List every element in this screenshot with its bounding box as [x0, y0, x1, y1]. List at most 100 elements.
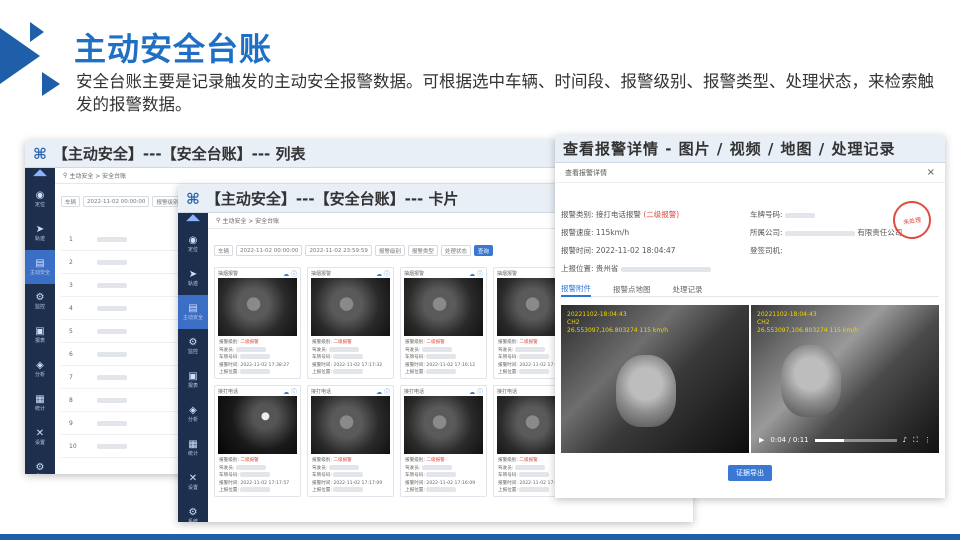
card-action-icon[interactable]: ☁ ⓘ — [283, 269, 297, 278]
dialog-title: 查看报警详情 — [565, 168, 607, 177]
card-action-icon[interactable]: ☁ ⓘ — [376, 269, 390, 278]
alarm-card[interactable]: 接打电话 ☁ ⓘ 报警级别: 二级报警驾驶员: 车牌号码: 报警时间: 2022-1… — [307, 385, 394, 497]
plate-label: 车牌号码: — [405, 355, 427, 360]
export-evidence-button[interactable]: 证据导出 — [728, 465, 772, 481]
alarm-photo[interactable]: 20221102-18:04:43 CH2 26.553097,106.8032… — [561, 305, 749, 453]
sidebar-item-6[interactable]: ◈ 分析 — [25, 352, 55, 386]
location-info: 上报位置: 贵州省 — [561, 263, 711, 274]
sidebar-item-1[interactable]: ◉ 定位 — [178, 227, 208, 261]
alarm-card[interactable]: 接打电话 ☁ ⓘ 报警级别: 二级报警驾驶员: 车牌号码: 报警时间: 2022-1… — [214, 385, 301, 497]
alarm-video[interactable]: 20221102-18:04:43 CH2 26.553097,106.8032… — [751, 305, 939, 453]
sidebar-item-7[interactable]: ▦ 统计 — [25, 386, 55, 420]
sidebar-item-label: 定位 — [187, 246, 198, 253]
level-value: 二级报警 — [424, 458, 445, 463]
redacted-value — [426, 354, 457, 359]
filter-field[interactable]: 2022-11-02 00:00:00 — [83, 196, 150, 207]
row-cell — [97, 259, 157, 266]
alarm-card[interactable]: 抽烟报警 ☁ ⓘ 报警级别: 二级报警驾驶员: 车牌号码: 报警时间: 2022-1… — [400, 267, 487, 379]
driver-label: 驾驶员: — [498, 465, 515, 471]
list-window-caption: ⌘ 【主动安全】---【安全台账】--- 列表 — [25, 140, 555, 168]
alarm-card[interactable]: 接打电话 ☁ ⓘ 报警级别: 二级报警驾驶员: 车牌号码: 报警时间: 2022-1… — [400, 385, 487, 497]
sidebar-item-7[interactable]: ▦ 统计 — [178, 431, 208, 465]
time-value: 2022-11-02 17:16:12 — [426, 362, 476, 368]
fullscreen-icon[interactable]: ⛶ — [913, 436, 918, 445]
sidebar-item-9[interactable]: ⚙系统 — [178, 499, 208, 522]
filter-field[interactable]: 处理状态 — [440, 245, 471, 256]
card-photo[interactable] — [404, 396, 483, 454]
card-photo[interactable] — [311, 278, 390, 336]
tab-3[interactable]: 处理记录 — [673, 281, 703, 297]
sidebar-item-label: 分析 — [187, 416, 198, 423]
redacted-value — [97, 351, 127, 357]
redacted-value — [328, 346, 359, 352]
sidebar-item-8[interactable]: ✕ 设置 — [178, 465, 208, 499]
nav-icon: ▤ — [188, 302, 198, 314]
sidebar-item-label: 主动安全 — [182, 314, 203, 321]
filter-field[interactable]: 2022-11-02 23:59:59 — [305, 245, 372, 256]
tab-1[interactable]: 报警附件 — [561, 281, 591, 297]
search-button[interactable]: 查询 — [473, 245, 493, 256]
nav-icon: ⚙ — [188, 336, 198, 348]
sidebar-item-label: 设置 — [34, 439, 45, 446]
card-details: 报警级别: 二级报警 驾驶员: 车牌号码: 报警时间: 2022-11-02 17… — [215, 336, 300, 378]
redacted-value — [97, 305, 127, 311]
sidebar-item-8[interactable]: ✕ 设置 — [25, 420, 55, 454]
decor-arrow-small — [30, 22, 44, 42]
driver-label: 驾驶员: — [312, 465, 329, 471]
photo-timestamp: 20221102-18:04:43 CH2 26.553097,106.8032… — [567, 311, 669, 334]
location-label: 上报位置: — [405, 488, 427, 493]
sidebar-item-4[interactable]: ⚙ 监控 — [25, 284, 55, 318]
location-label: 上报位置: — [219, 370, 241, 375]
card-photo[interactable] — [218, 396, 297, 454]
filter-field[interactable]: 2022-11-02 00:00:00 — [236, 245, 303, 256]
more-icon[interactable]: ⋮ — [924, 436, 931, 444]
filter-field[interactable]: 车辆 — [61, 196, 81, 207]
card-action-icon[interactable]: ☁ ⓘ — [469, 269, 483, 278]
filter-field[interactable]: 报警级别 — [374, 245, 405, 256]
filter-field[interactable]: 车辆 — [214, 245, 234, 256]
card-photo[interactable] — [404, 278, 483, 336]
driver-label: 驾驶员: — [219, 347, 236, 353]
sidebar-item-3[interactable]: ▤ 主动安全 — [178, 295, 208, 329]
time-label: 报警时间: — [312, 362, 334, 368]
card-details: 报警级别: 二级报警 驾驶员: 车牌号码: 报警时间: 2022-11-02 17… — [401, 454, 486, 496]
row-cell — [97, 374, 157, 381]
redacted-value — [240, 472, 271, 477]
sidebar-item-6[interactable]: ◈ 分析 — [178, 397, 208, 431]
level-value: 二级报警 — [517, 458, 538, 463]
card-alarm-type: 抽烟报警 — [497, 270, 518, 277]
location-label: 上报位置: — [312, 370, 334, 375]
sidebar-item-3[interactable]: ▤ 主动安全 — [25, 250, 55, 284]
nav-icon: ▦ — [35, 393, 45, 405]
location-label: 上报位置: — [219, 488, 241, 493]
redacted-value — [333, 487, 364, 492]
sidebar-item-5[interactable]: ▣ 报表 — [25, 318, 55, 352]
sidebar-item-5[interactable]: ▣ 报表 — [178, 363, 208, 397]
sidebar-item-4[interactable]: ⚙ 监控 — [178, 329, 208, 363]
card-photo[interactable] — [311, 396, 390, 454]
filter-field[interactable]: 报警类型 — [407, 245, 438, 256]
location-label: 上报位置: — [498, 370, 520, 375]
time-label: 报警时间: — [405, 362, 427, 368]
card-action-icon[interactable]: ☁ ⓘ — [376, 387, 390, 396]
tab-2[interactable]: 报警点地图 — [613, 281, 651, 297]
card-action-icon[interactable]: ☁ ⓘ — [283, 387, 297, 396]
level-value: 二级报警 — [238, 458, 259, 463]
video-progress[interactable] — [814, 438, 897, 442]
card-action-icon[interactable]: ☁ ⓘ — [469, 387, 483, 396]
play-icon[interactable]: ▶ — [759, 436, 764, 444]
card-grid: 抽烟报警 ☁ ⓘ 报警级别: 二级报警 驾驶员: 车牌号码: 报警时间: 2022-1… — [214, 267, 580, 497]
card-alarm-type: 抽烟报警 — [311, 270, 332, 277]
volume-icon[interactable]: ♪ — [903, 436, 907, 444]
alarm-card[interactable]: 抽烟报警 ☁ ⓘ 报警级别: 二级报警驾驶员: 车牌号码: 报警时间: 2022-1… — [214, 267, 301, 379]
redacted-value — [519, 472, 550, 477]
alarm-card[interactable]: 抽烟报警 ☁ ⓘ 报警级别: 二级报警驾驶员: 车牌号码: 报警时间: 2022-1… — [307, 267, 394, 379]
sidebar-item-2[interactable]: ➤ 轨迹 — [25, 216, 55, 250]
time-info: 报警时间: 2022-11-02 18:04:47 — [561, 246, 676, 255]
sidebar-item-9[interactable]: ⚙系统 — [25, 454, 55, 474]
slide: 主动安全台账 安全台账主要是记录触发的主动安全报警数据。可根据选中车辆、时间段、… — [0, 0, 960, 540]
sidebar-item-1[interactable]: ◉ 定位 — [25, 182, 55, 216]
sidebar-item-2[interactable]: ➤ 轨迹 — [178, 261, 208, 295]
card-photo[interactable] — [218, 278, 297, 336]
close-icon[interactable]: × — [927, 167, 935, 178]
